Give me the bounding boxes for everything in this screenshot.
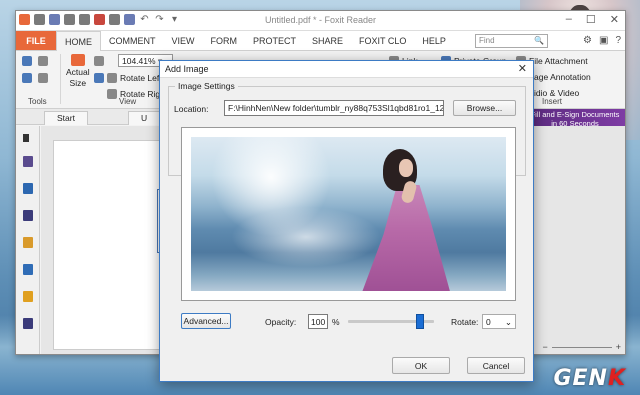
location-input[interactable]: F:\HinhNen\New folder\tumblr_ny88q753Sl1… xyxy=(224,100,444,116)
rotate-left-icon xyxy=(107,73,117,83)
file-attachment-label: File Attachment xyxy=(529,56,588,66)
tab-home[interactable]: HOME xyxy=(56,31,101,51)
tab-foxit-cloud[interactable]: FOXIT CLO xyxy=(351,31,414,50)
select-text-icon[interactable] xyxy=(38,56,48,66)
window-controls: – ☐ ✕ xyxy=(566,13,619,26)
advanced-button[interactable]: Advanced... xyxy=(181,313,231,329)
browse-button[interactable]: Browse... xyxy=(453,100,516,116)
signature-icon[interactable] xyxy=(23,318,33,329)
group-label-tools: Tools xyxy=(28,97,47,106)
location-label: Location: xyxy=(174,104,209,114)
zoom-slider[interactable] xyxy=(551,346,612,348)
ribbon-divider xyxy=(60,54,61,104)
comments-icon[interactable] xyxy=(23,237,33,248)
tab-form[interactable]: FORM xyxy=(203,31,246,50)
restore-button[interactable]: ☐ xyxy=(586,13,596,26)
image-preview xyxy=(181,127,516,301)
image-annotation-label: age Annotation xyxy=(534,72,591,82)
find-placeholder: Find xyxy=(479,36,495,45)
ribbon-tab-row: FILE HOME COMMENT VIEW FORM PROTECT SHAR… xyxy=(16,31,625,51)
dialog-close-icon[interactable]: ✕ xyxy=(518,62,527,75)
opacity-input[interactable]: 100 xyxy=(308,314,328,329)
image-annotation-button[interactable]: age Annotation xyxy=(534,72,591,82)
zoom-out-icon[interactable]: − xyxy=(542,342,547,352)
watermark-prefix: GEN xyxy=(553,366,608,391)
navigation-sidebar xyxy=(16,126,40,354)
actual-size-label-1: Actual xyxy=(66,67,90,77)
group-label-view: View xyxy=(119,97,137,106)
select-annotation-icon[interactable] xyxy=(22,73,32,83)
tab-comment[interactable]: COMMENT xyxy=(101,31,164,50)
ad-line-1: Fill and E-Sign Documents xyxy=(530,110,620,119)
gear-icon[interactable]: ⚙ xyxy=(583,35,592,46)
actual-size-label-2: Size xyxy=(69,78,87,88)
watermark-suffix: K xyxy=(607,366,626,391)
tab-protect[interactable]: PROTECT xyxy=(245,31,304,50)
zoom-value: 104.41% xyxy=(122,56,156,66)
zoom-in-icon[interactable]: + xyxy=(616,342,621,352)
chevron-down-icon: ⌄ xyxy=(504,317,512,327)
opacity-slider-thumb[interactable] xyxy=(416,314,424,329)
bookmark-icon[interactable] xyxy=(23,156,33,167)
pages-icon[interactable] xyxy=(23,183,33,194)
find-input[interactable]: Find 🔍 xyxy=(475,34,548,48)
water-sparkle xyxy=(231,207,381,267)
group-label-insert: Insert xyxy=(542,97,563,106)
help-icon[interactable]: ? xyxy=(615,35,621,46)
tab-view[interactable]: VIEW xyxy=(164,31,203,50)
expand-panel-icon[interactable] xyxy=(23,134,29,142)
zoom-controls: − + xyxy=(542,342,621,352)
tab-file[interactable]: FILE xyxy=(16,31,56,50)
layers-icon[interactable] xyxy=(23,210,33,221)
tab-start[interactable]: Start xyxy=(44,111,88,125)
title-bar: ↶ ↷ ▾ Untitled.pdf * - Foxit Reader – ☐ … xyxy=(16,11,625,31)
close-button[interactable]: ✕ xyxy=(610,13,619,26)
rotate-select[interactable]: 0 ⌄ xyxy=(482,314,516,329)
dialog-title-bar: Add Image ✕ xyxy=(160,61,533,78)
add-image-dialog: Add Image ✕ Image Settings Location: F:\… xyxy=(159,60,534,382)
user-icon[interactable]: ▣ xyxy=(599,35,608,46)
toolbar-extras: ⚙ ▣ ? xyxy=(583,35,621,46)
genk-watermark: GENK xyxy=(553,366,626,391)
ok-button[interactable]: OK xyxy=(392,357,450,374)
preview-photo xyxy=(191,137,506,291)
woman-face xyxy=(399,159,413,177)
rotate-label: Rotate: xyxy=(451,317,479,327)
dialog-title: Add Image xyxy=(165,64,209,74)
window-title: Untitled.pdf * - Foxit Reader xyxy=(264,15,377,25)
rotate-value: 0 xyxy=(486,317,491,327)
fit-page-icon[interactable] xyxy=(94,56,104,66)
tab-share[interactable]: SHARE xyxy=(304,31,351,50)
opacity-label: Opacity: xyxy=(265,317,297,327)
fit-width-icon[interactable] xyxy=(94,73,104,83)
image-settings-label: Image Settings xyxy=(175,81,238,91)
minimize-button[interactable]: – xyxy=(566,13,572,26)
page-icon xyxy=(70,54,85,66)
rotate-right-icon xyxy=(107,89,117,99)
cancel-button[interactable]: Cancel xyxy=(467,357,525,374)
tab-help[interactable]: HELP xyxy=(414,31,454,50)
opacity-unit: % xyxy=(332,317,340,327)
snapshot-icon[interactable] xyxy=(38,73,48,83)
lock-icon[interactable] xyxy=(23,291,33,302)
rotate-left-button[interactable]: Rotate Lef xyxy=(107,73,159,83)
search-icon[interactable]: 🔍 xyxy=(534,36,544,46)
rotate-left-label: Rotate Lef xyxy=(120,73,160,83)
attachment-icon[interactable] xyxy=(23,264,33,275)
hand-tool-icon[interactable] xyxy=(22,56,32,66)
actual-size-button[interactable]: Actual Size xyxy=(66,54,90,88)
